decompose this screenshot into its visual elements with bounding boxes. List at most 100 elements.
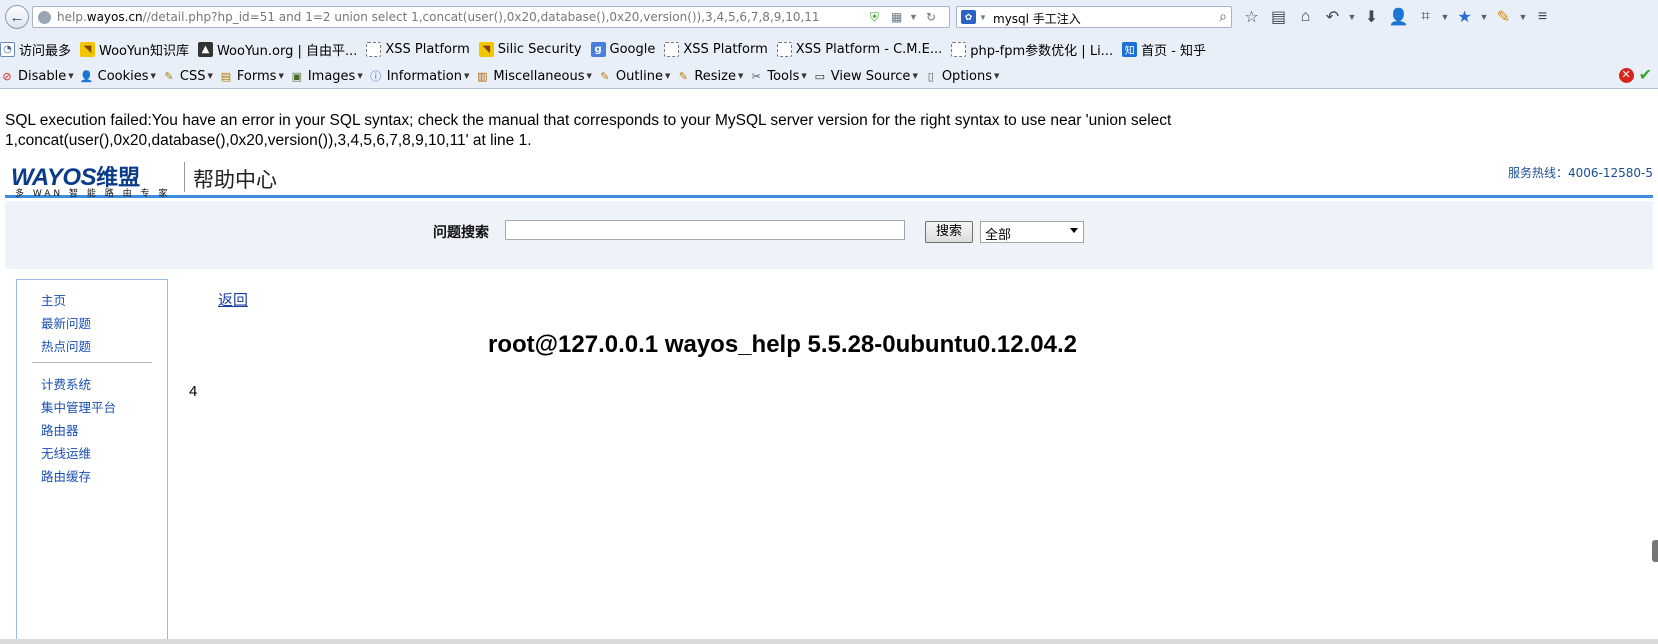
webdev-menu-label: Forms [236, 68, 277, 84]
bookmark-star-icon[interactable]: ☆ [1238, 7, 1265, 27]
webdev-menu-disable[interactable]: ⊘ Disable ▼ [0, 69, 74, 84]
navigation-bar: ← help.wayos.cn//detail.php?hp_id=51 and… [0, 0, 1658, 34]
page-icon [366, 41, 382, 57]
webdev-menu-outline[interactable]: ✎ Outline ▼ [598, 69, 670, 84]
bookmark-item[interactable]: ◔ 访问最多 [0, 40, 71, 59]
sidebar-item-router[interactable]: 路由器 [41, 420, 79, 439]
webdev-menu-view-source[interactable]: ▭ View Source ▼ [813, 69, 918, 84]
service-hotline: 服务热线：4006-12580-5 [1507, 166, 1653, 180]
menu-icon[interactable]: ≡ [1529, 8, 1556, 26]
reading-list-icon[interactable]: ▤ [1265, 7, 1292, 27]
chevron-down-icon: ▼ [664, 72, 671, 80]
toolbar-icons: ☆ ▤ ⌂ ↶ ▼ ⬇ 👤 ⌗ ▼ ★ ▼ ✎ ▼ ≡ [1238, 6, 1556, 28]
undo-dropdown-icon[interactable]: ▼ [1346, 12, 1358, 22]
chevron-down-icon: ▼ [801, 72, 807, 80]
dropdown-arrow-icon[interactable]: ▼ [909, 12, 918, 22]
search-icon[interactable]: ⌕ [1219, 8, 1227, 25]
category-select-value: 全部 [985, 228, 1012, 243]
bookmark-item[interactable]: ◥ WooYun知识库 [80, 40, 189, 59]
bookmark-label: XSS Platform - C.M.E... [795, 41, 943, 57]
webdev-menu-information[interactable]: ⓘ Information ▼ [369, 68, 470, 84]
user-icon[interactable]: 👤 [1385, 7, 1412, 27]
webdev-menu-options[interactable]: ▯ Options ▼ [924, 69, 1000, 84]
sidebar-item-home[interactable]: 主页 [41, 290, 66, 309]
address-bar[interactable]: help.wayos.cn//detail.php?hp_id=51 and 1… [32, 6, 950, 28]
page-icon [951, 41, 967, 57]
sidebar-divider [32, 362, 152, 363]
webdev-menu-label: Options [941, 68, 992, 84]
question-search-input[interactable] [505, 220, 905, 240]
bookmark-item[interactable]: XSS Platform [664, 41, 768, 57]
webdev-menu-forms[interactable]: ▤ Forms ▼ [219, 69, 284, 84]
search-button[interactable]: 搜索 [925, 221, 973, 243]
search-bar[interactable]: ✿ ▼ mysql 手工注入 ⌕ [956, 6, 1232, 28]
wayos-logo[interactable]: WAYOS维盟 多 WAN 智 能 路 由 专 家 [11, 160, 167, 199]
bookmarks-bar: ◔ 访问最多 ◥ WooYun知识库 ▲ WooYun.org | 自由平... XSS P… [0, 38, 1215, 60]
sidebar-item-latest[interactable]: 最新问题 [41, 313, 91, 332]
header-divider [184, 162, 185, 192]
webdev-menu-cookies[interactable]: 👤 Cookies ▼ [80, 69, 156, 84]
back-arrow-icon[interactable]: ← [5, 5, 29, 29]
category-select[interactable]: 全部 [980, 221, 1084, 243]
rss-icon: ◥ [478, 41, 494, 57]
bookmark-item[interactable]: php-fpm参数优化 | Li... [951, 40, 1113, 59]
shield-icon[interactable]: ⛨ [870, 10, 879, 25]
resize-icon: ✎ [678, 69, 688, 83]
sidebar-item-cache[interactable]: 路由缓存 [41, 466, 91, 485]
chevron-down-icon: ▼ [68, 72, 74, 80]
view-source-icon: ▭ [814, 69, 825, 83]
home-icon[interactable]: ⌂ [1292, 8, 1319, 26]
sidebar: 主页 最新问题 热点问题 计费系统 集中管理平台 路由器 无线运维 路由缓存 [16, 279, 168, 644]
extension-icon[interactable]: ✎ [1490, 7, 1517, 27]
baidu-paw-icon[interactable]: ✿ [961, 10, 976, 24]
forms-icon: ▤ [220, 69, 232, 83]
bookmark-label: XSS Platform [683, 41, 768, 57]
webdev-menu-miscellaneous[interactable]: ▥ Miscellaneous ▼ [475, 69, 592, 84]
bookmark-item[interactable]: g Google [590, 41, 655, 57]
logo-slogan: 多 WAN 智 能 路 由 专 家 [15, 189, 171, 199]
extension-dropdown-icon[interactable]: ▼ [1517, 12, 1529, 22]
download-icon[interactable]: ⬇ [1358, 7, 1385, 27]
search-label: 问题搜索 [433, 225, 489, 241]
sidebar-item-billing[interactable]: 计费系统 [41, 374, 91, 393]
crop-icon[interactable]: ⌗ [1412, 8, 1439, 26]
sidebar-item-wireless[interactable]: 无线运维 [41, 443, 91, 462]
browser-chrome: ← help.wayos.cn//detail.php?hp_id=51 and… [0, 0, 1658, 89]
webdev-menu-label: Images [307, 68, 356, 84]
qr-code-icon[interactable]: ▦ [891, 10, 902, 24]
question-search-panel: 问题搜索 搜索 全部 [5, 201, 1653, 269]
engine-dropdown-icon[interactable]: ▼ [979, 13, 987, 22]
bookmark-item[interactable]: XSS Platform [366, 41, 470, 57]
webdev-menu-tools[interactable]: ✂ Tools ▼ [749, 69, 807, 84]
checkmark-icon[interactable]: ✔ [1639, 68, 1652, 84]
address-bar-url[interactable]: help.wayos.cn//detail.php?hp_id=51 and 1… [57, 10, 820, 24]
favorites-star-icon[interactable]: ★ [1451, 7, 1478, 27]
page-bottom-edge [0, 639, 1658, 644]
webdev-menu-images[interactable]: ▣ Images ▼ [290, 69, 363, 84]
wooyun-icon: ▲ [197, 41, 213, 57]
bookmark-label: 首页 - 知乎 [1141, 43, 1207, 59]
bookmark-item[interactable]: ◥ Silic Security [478, 41, 582, 57]
page-title: 帮助中心 [193, 168, 277, 192]
sidebar-item-hot[interactable]: 热点问题 [41, 336, 91, 355]
webdev-menu-css[interactable]: ✎ CSS ▼ [162, 69, 213, 84]
scrollbar-handle[interactable] [1652, 540, 1658, 562]
bookmark-item[interactable]: 知首页 - 知乎 [1122, 40, 1206, 59]
chevron-down-icon: ▼ [994, 72, 1000, 80]
webdev-menu-label: Information [386, 68, 462, 84]
page-icon [776, 41, 792, 57]
validation-status: ✕ ✔ [1618, 68, 1652, 84]
back-link[interactable]: 返回 [218, 289, 248, 310]
chevron-down-icon: ▼ [463, 72, 470, 80]
webdev-menu-resize[interactable]: ✎ Resize ▼ [676, 69, 744, 84]
bookmark-item[interactable]: XSS Platform - C.M.E... [776, 41, 943, 57]
undo-icon[interactable]: ↶ [1319, 7, 1346, 27]
chevron-down-icon: ▼ [586, 72, 592, 80]
search-bar-value[interactable]: mysql 手工注入 [993, 10, 1081, 27]
reload-icon[interactable]: ↻ [926, 10, 936, 24]
error-icon[interactable]: ✕ [1618, 68, 1634, 83]
bookmark-item[interactable]: ▲ WooYun.org | 自由平... [197, 40, 357, 59]
favorites-dropdown-icon[interactable]: ▼ [1478, 12, 1490, 22]
sidebar-item-management[interactable]: 集中管理平台 [41, 397, 116, 416]
crop-dropdown-icon[interactable]: ▼ [1439, 12, 1451, 22]
